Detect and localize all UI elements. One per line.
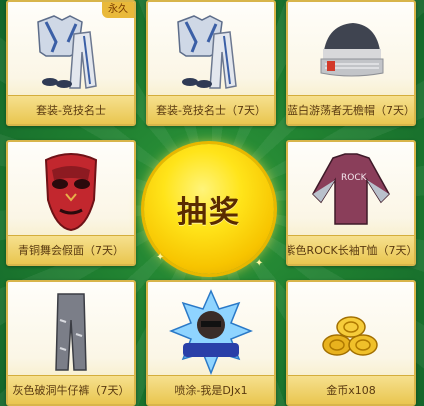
tracksuit-icon <box>148 8 274 96</box>
prize-label: 喷涂-我是DJx1 <box>148 375 274 404</box>
prize-card-tracksuit-permanent[interactable]: 永久 套装-竞技名士 <box>6 0 136 126</box>
sparkle-icon: ✦ <box>156 252 165 263</box>
prize-card-rock-shirt[interactable]: ROCK 紫色ROCK长袖T恤（7天） <box>286 140 416 266</box>
ripped-jeans-icon <box>8 288 134 376</box>
prize-card-gold-coins[interactable]: 金币x108 <box>286 280 416 406</box>
beanie-icon <box>288 8 414 96</box>
prize-label: 蓝白游荡者无檐帽（7天） <box>288 95 414 124</box>
prize-card-beanie[interactable]: 蓝白游荡者无檐帽（7天） <box>286 0 416 126</box>
prize-label: 套装-竞技名士 <box>8 95 134 124</box>
prize-label: 金币x108 <box>288 375 414 404</box>
prize-card-jeans[interactable]: 灰色破洞牛仔裤（7天） <box>6 280 136 406</box>
draw-button-label: 抽奖 <box>177 195 241 230</box>
prize-card-tracksuit-7d[interactable]: 套装-竞技名士（7天） <box>146 0 276 126</box>
prize-card-mask[interactable]: 青铜舞会假面（7天） <box>6 140 136 266</box>
prize-label: 灰色破洞牛仔裤（7天） <box>8 375 134 404</box>
rock-shirt-icon: ROCK <box>288 148 414 236</box>
masquerade-mask-icon <box>8 148 134 236</box>
gold-coins-icon <box>288 288 414 376</box>
sparkle-icon: ✦ <box>255 258 264 269</box>
svg-text:ROCK: ROCK <box>341 173 368 183</box>
dj-spray-icon <box>148 288 274 376</box>
prize-label: 紫色ROCK长袖T恤（7天） <box>288 235 414 264</box>
tracksuit-icon <box>8 8 134 96</box>
prize-card-dj-spray[interactable]: 喷涂-我是DJx1 <box>146 280 276 406</box>
prize-label: 套装-竞技名士（7天） <box>148 95 274 124</box>
prize-label: 青铜舞会假面（7天） <box>8 235 134 264</box>
